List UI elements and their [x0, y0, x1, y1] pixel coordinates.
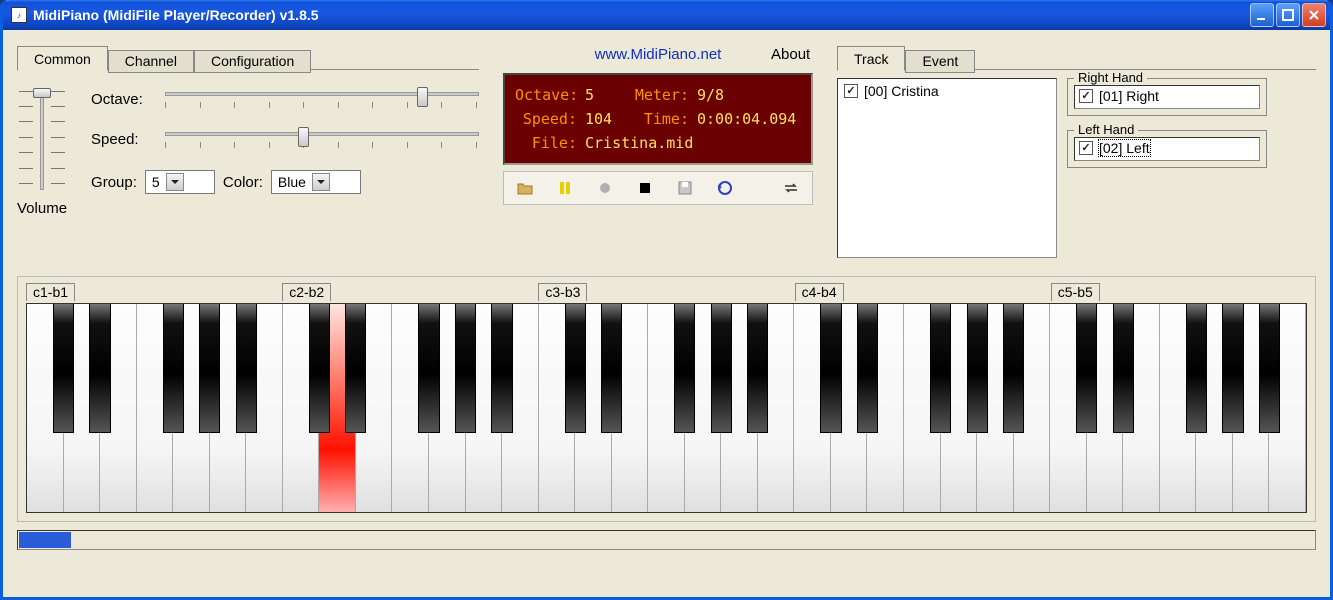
close-button[interactable]	[1302, 3, 1326, 27]
lcd-meter-label: Meter:	[633, 83, 689, 107]
right-hand-item[interactable]: [01] Right	[1079, 88, 1255, 104]
about-link[interactable]: About	[771, 46, 810, 63]
octave-label: c3-b3	[538, 283, 587, 301]
maximize-button[interactable]	[1276, 3, 1300, 27]
checkbox-icon[interactable]	[1079, 89, 1093, 103]
black-key[interactable]	[163, 304, 184, 433]
black-key[interactable]	[601, 304, 622, 433]
app-icon: ♪	[11, 7, 27, 23]
left-hand-item-label: [02] Left	[1099, 140, 1150, 156]
tab-track[interactable]: Track	[837, 46, 905, 71]
black-key[interactable]	[455, 304, 476, 433]
black-key[interactable]	[199, 304, 220, 433]
window-title: MidiPiano (MidiFile Player/Recorder) v1.…	[33, 7, 319, 23]
right-hand-legend: Right Hand	[1074, 70, 1147, 85]
piano-keyboard[interactable]	[26, 303, 1307, 513]
stop-button[interactable]	[630, 176, 660, 200]
right-hand-list[interactable]: [01] Right	[1074, 85, 1260, 109]
black-key[interactable]	[1003, 304, 1024, 433]
color-select[interactable]: Blue	[271, 170, 361, 194]
titlebar[interactable]: ♪ MidiPiano (MidiFile Player/Recorder) v…	[3, 0, 1330, 30]
tabs-right: Track Event	[837, 42, 1316, 70]
minimize-button[interactable]	[1250, 3, 1274, 27]
octave-slider-label: Octave:	[91, 91, 155, 108]
volume-label: Volume	[17, 200, 67, 217]
black-key[interactable]	[747, 304, 768, 433]
left-hand-list[interactable]: [02] Left	[1074, 137, 1260, 161]
black-key[interactable]	[1259, 304, 1280, 433]
black-key[interactable]	[1076, 304, 1097, 433]
save-button[interactable]	[670, 176, 700, 200]
right-hand-item-label: [01] Right	[1099, 88, 1159, 104]
black-key[interactable]	[418, 304, 439, 433]
progress-bar[interactable]	[17, 530, 1316, 550]
black-key[interactable]	[711, 304, 732, 433]
lcd-octave-value: 5	[585, 83, 625, 107]
tab-channel[interactable]: Channel	[108, 50, 194, 73]
lcd-speed-value: 104	[585, 107, 625, 131]
octave-label: c4-b4	[795, 283, 844, 301]
checkbox-icon[interactable]	[1079, 141, 1093, 155]
website-link[interactable]: www.MidiPiano.net	[595, 46, 722, 63]
open-button[interactable]	[510, 176, 540, 200]
tab-common[interactable]: Common	[17, 46, 108, 71]
black-key[interactable]	[309, 304, 330, 433]
keyboard-panel: c1-b1 c2-b2 c3-b3 c4-b4 c5-b5	[17, 276, 1316, 522]
left-hand-item[interactable]: [02] Left	[1079, 140, 1255, 156]
tab-configuration[interactable]: Configuration	[194, 50, 311, 73]
black-key[interactable]	[820, 304, 841, 433]
tab-event[interactable]: Event	[905, 50, 975, 73]
volume-slider[interactable]	[17, 84, 67, 194]
pause-button[interactable]	[550, 176, 580, 200]
group-value: 5	[152, 174, 160, 190]
octave-slider[interactable]	[165, 84, 479, 114]
black-key[interactable]	[1186, 304, 1207, 433]
checkbox-icon[interactable]	[844, 84, 858, 98]
black-key[interactable]	[857, 304, 878, 433]
speed-slider[interactable]	[165, 124, 479, 154]
black-key[interactable]	[967, 304, 988, 433]
rewind-button[interactable]	[710, 176, 740, 200]
black-key[interactable]	[565, 304, 586, 433]
black-key[interactable]	[491, 304, 512, 433]
transport-bar	[503, 171, 813, 205]
lcd-file-label: File:	[515, 131, 577, 155]
black-key[interactable]	[345, 304, 366, 433]
group-select[interactable]: 5	[145, 170, 215, 194]
record-button[interactable]	[590, 176, 620, 200]
group-label: Group:	[91, 174, 137, 191]
octave-label: c1-b1	[26, 283, 75, 301]
tabs-left: Common Channel Configuration	[17, 42, 479, 70]
app-window: ♪ MidiPiano (MidiFile Player/Recorder) v…	[0, 0, 1333, 600]
track-item-label: [00] Cristina	[864, 83, 939, 99]
color-label: Color:	[223, 174, 263, 191]
loop-button[interactable]	[776, 176, 806, 200]
lcd-display: Octave: 5 Meter: 9/8 Speed: 104 Time: 0:…	[503, 73, 813, 165]
black-key[interactable]	[1113, 304, 1134, 433]
black-key[interactable]	[89, 304, 110, 433]
black-key[interactable]	[930, 304, 951, 433]
black-key[interactable]	[1222, 304, 1243, 433]
lcd-octave-label: Octave:	[515, 83, 577, 107]
chevron-down-icon	[166, 173, 184, 191]
track-list[interactable]: [00] Cristina	[837, 78, 1057, 258]
left-hand-legend: Left Hand	[1074, 122, 1138, 137]
black-key[interactable]	[53, 304, 74, 433]
black-key[interactable]	[236, 304, 257, 433]
octave-label: c2-b2	[282, 283, 331, 301]
black-key[interactable]	[674, 304, 695, 433]
lcd-file-value: Cristina.mid	[585, 131, 693, 155]
left-hand-group: Left Hand [02] Left	[1067, 130, 1267, 168]
lcd-time-value: 0:00:04.094	[697, 107, 796, 131]
right-hand-group: Right Hand [01] Right	[1067, 78, 1267, 116]
color-value: Blue	[278, 174, 306, 190]
octave-label: c5-b5	[1051, 283, 1100, 301]
chevron-down-icon	[312, 173, 330, 191]
lcd-meter-value: 9/8	[697, 83, 737, 107]
lcd-time-label: Time:	[633, 107, 689, 131]
track-item[interactable]: [00] Cristina	[844, 83, 1050, 99]
lcd-speed-label: Speed:	[515, 107, 577, 131]
speed-slider-label: Speed:	[91, 131, 155, 148]
